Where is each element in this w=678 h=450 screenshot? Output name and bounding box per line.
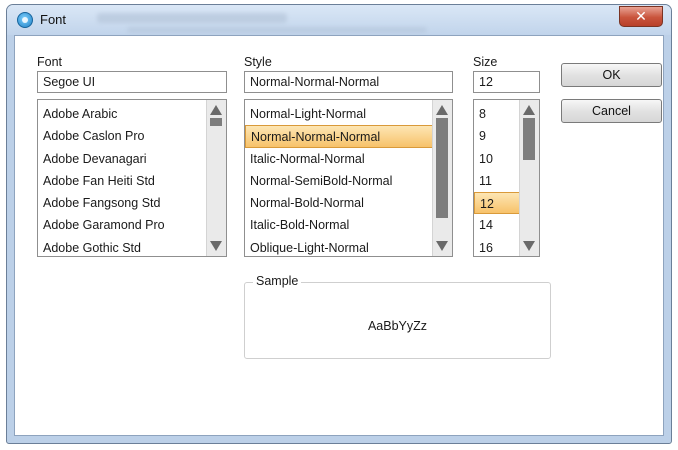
arrow-up-icon[interactable]: [210, 105, 222, 115]
arrow-down-icon[interactable]: [210, 241, 222, 251]
font-dialog-window: Font ✕ Font Segoe UI Adobe Arabic Adobe …: [6, 4, 672, 444]
style-label: Style: [244, 55, 272, 69]
size-list-items: 8 9 10 11 12 14 16: [474, 103, 520, 256]
title-bar[interactable]: Font ✕: [7, 5, 671, 35]
font-list-item[interactable]: Adobe Garamond Pro: [38, 214, 207, 236]
font-list-item[interactable]: Adobe Caslon Pro: [38, 125, 207, 147]
ok-button[interactable]: OK: [561, 63, 662, 87]
size-list-item[interactable]: 10: [474, 148, 520, 170]
size-list-item[interactable]: 8: [474, 103, 520, 125]
font-label: Font: [37, 55, 63, 69]
arrow-down-icon[interactable]: [436, 241, 448, 251]
size-label: Size: [473, 55, 498, 69]
cancel-button[interactable]: Cancel: [561, 99, 662, 123]
size-list-item[interactable]: 16: [474, 237, 520, 256]
style-list-item[interactable]: Oblique-Light-Normal: [245, 237, 433, 256]
font-list-scroll-thumb[interactable]: [210, 118, 222, 126]
arrow-up-icon[interactable]: [523, 105, 535, 115]
size-input[interactable]: 12: [473, 71, 540, 93]
size-list[interactable]: 8 9 10 11 12 14 16: [473, 99, 540, 257]
size-list-item[interactable]: 9: [474, 125, 520, 147]
dialog-body: Font Segoe UI Adobe Arabic Adobe Caslon …: [14, 35, 664, 436]
font-name-input[interactable]: Segoe UI: [37, 71, 227, 93]
style-list-scrollbar[interactable]: [432, 100, 452, 256]
size-list-item[interactable]: 11: [474, 170, 520, 192]
font-app-icon: [17, 12, 33, 28]
font-list-scrollbar[interactable]: [206, 100, 226, 256]
style-list-items: Normal-Light-Normal Normal-Normal-Normal…: [245, 103, 433, 256]
style-list-item[interactable]: Normal-SemiBold-Normal: [245, 170, 433, 192]
background-window-menu: [127, 27, 427, 33]
style-list-item[interactable]: Italic-Normal-Normal: [245, 148, 433, 170]
window-title: Font: [40, 12, 67, 27]
font-list-items: Adobe Arabic Adobe Caslon Pro Adobe Deva…: [38, 103, 207, 256]
size-list-item[interactable]: 14: [474, 214, 520, 236]
font-list-item[interactable]: Adobe Fan Heiti Std: [38, 170, 207, 192]
style-list[interactable]: Normal-Light-Normal Normal-Normal-Normal…: [244, 99, 453, 257]
font-list[interactable]: Adobe Arabic Adobe Caslon Pro Adobe Deva…: [37, 99, 227, 257]
background-window-title: [97, 13, 287, 23]
font-list-item[interactable]: Adobe Gothic Std: [38, 237, 207, 256]
size-list-scrollbar[interactable]: [519, 100, 539, 256]
style-list-item[interactable]: Normal-Bold-Normal: [245, 192, 433, 214]
style-list-scroll-thumb[interactable]: [436, 118, 448, 218]
close-button[interactable]: ✕: [619, 6, 663, 27]
arrow-down-icon[interactable]: [523, 241, 535, 251]
sample-preview-text: AaBbYyZz: [367, 319, 428, 333]
style-input[interactable]: Normal-Normal-Normal: [244, 71, 453, 93]
sample-legend: Sample: [253, 274, 302, 288]
style-list-item[interactable]: Italic-Bold-Normal: [245, 214, 433, 236]
font-list-item[interactable]: Adobe Arabic: [38, 103, 207, 125]
style-list-item-selected[interactable]: Normal-Normal-Normal: [245, 125, 433, 148]
close-icon: ✕: [635, 8, 647, 24]
size-list-scroll-thumb[interactable]: [523, 118, 535, 160]
font-list-item[interactable]: Adobe Fangsong Std: [38, 192, 207, 214]
arrow-up-icon[interactable]: [436, 105, 448, 115]
font-list-item[interactable]: Adobe Devanagari: [38, 148, 207, 170]
size-list-item-selected[interactable]: 12: [474, 192, 520, 215]
style-list-item[interactable]: Normal-Light-Normal: [245, 103, 433, 125]
sample-group: Sample AaBbYyZz: [244, 274, 551, 359]
